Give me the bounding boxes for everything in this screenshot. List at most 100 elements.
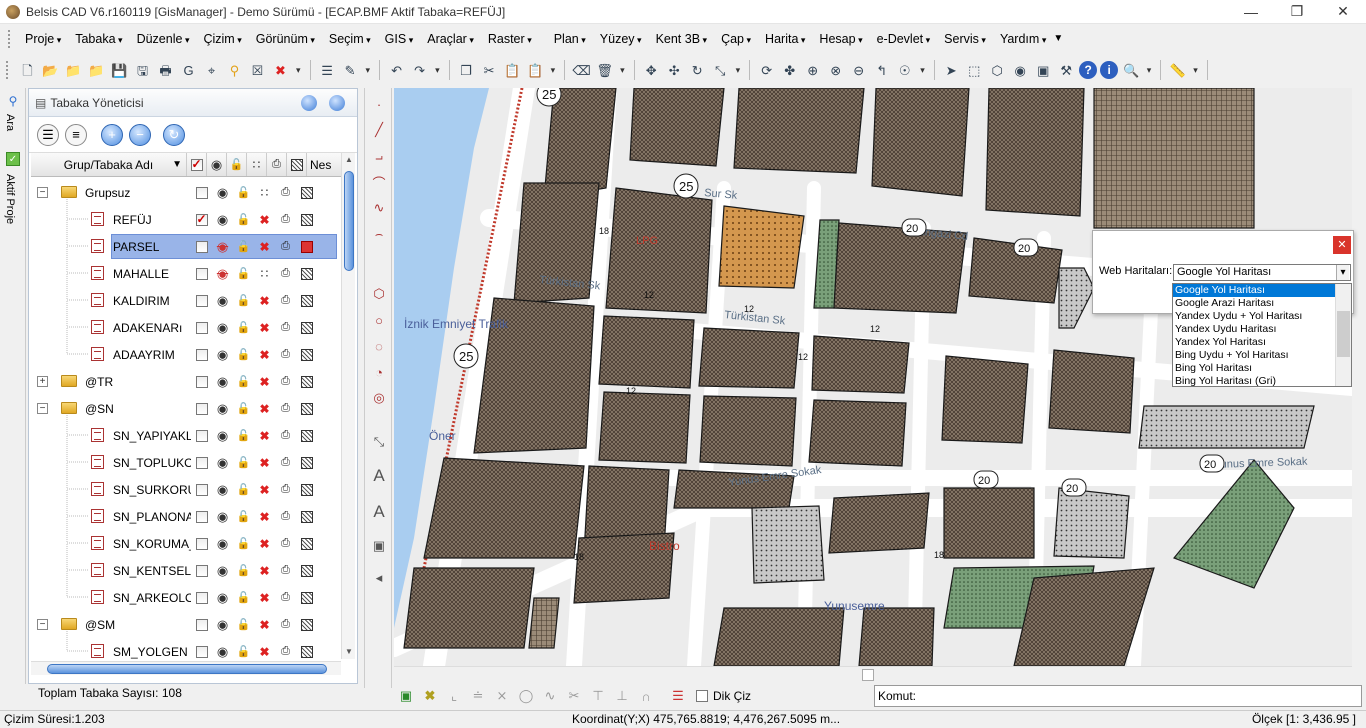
collapse-icon[interactable]: − [37, 619, 48, 630]
visibility-eye-icon[interactable]: ◉ [217, 536, 228, 552]
refresh-icon[interactable]: ⟳ [757, 60, 777, 80]
toolbar-grip[interactable] [6, 61, 10, 79]
circle-icon[interactable]: ○ [369, 310, 389, 330]
zoom-out-icon[interactable]: ⊖ [849, 60, 869, 80]
city-block[interactable] [1053, 487, 1130, 559]
layer-row[interactable]: REFÜJ ◉ 🔓 ✖ ⎙ [31, 206, 341, 233]
column-fill-icon[interactable] [287, 153, 307, 176]
city-block[interactable] [858, 607, 935, 666]
tree-view-icon[interactable]: ☰ [37, 123, 59, 146]
active-checkbox[interactable] [195, 510, 208, 523]
layer-cell[interactable] [191, 206, 212, 233]
lock-icon[interactable]: 🔓 [237, 321, 251, 334]
menu-tabaka[interactable]: Tabaka [68, 32, 129, 46]
active-checkbox[interactable] [195, 321, 208, 334]
select-icon[interactable]: ➤ [941, 60, 961, 80]
layer-cell[interactable]: 🔓 [233, 206, 254, 233]
city-block[interactable] [713, 607, 845, 666]
menu-overflow-icon[interactable]: ▼ [1053, 33, 1063, 44]
menu-düzenle[interactable]: Düzenle [130, 32, 197, 46]
layer-cell[interactable]: ◉ [212, 233, 233, 260]
layer-cell[interactable]: ✖ [254, 314, 275, 341]
fill-pattern-icon[interactable] [300, 510, 313, 523]
add-layer-button[interactable]: + [101, 123, 123, 146]
layer-cell[interactable]: ✖ [254, 287, 275, 314]
snap-icon[interactable]: ✖ [259, 213, 269, 227]
open-folder-icon[interactable]: 📂 [41, 60, 61, 80]
tree-expand-icon[interactable]: ≡ [65, 123, 87, 146]
layer-cell[interactable]: ◉ [212, 422, 233, 449]
layer-cell[interactable]: ◉ [212, 584, 233, 611]
layer-row[interactable]: PARSEL ◉ 🔓 ✖ ⎙ [31, 233, 341, 260]
layer-cell[interactable] [191, 287, 212, 314]
layer-cell[interactable] [191, 638, 212, 659]
web-maps-option[interactable]: Google Arazi Haritası [1173, 297, 1337, 310]
layer-cell[interactable]: 🔓 [233, 476, 254, 503]
measure-icon[interactable]: ⤡ [369, 432, 389, 452]
active-checkbox[interactable] [195, 267, 208, 280]
move-icon[interactable]: ✥ [641, 60, 661, 80]
toolbar-dropdown-icon[interactable]: ▾ [620, 65, 625, 76]
layer-cell[interactable] [191, 368, 212, 395]
layer-cell[interactable]: ✖ [254, 638, 275, 659]
polyline-icon[interactable]: ⨼ [369, 146, 389, 166]
point-icon[interactable]: · [369, 94, 389, 114]
layer-cell[interactable] [191, 179, 212, 206]
active-checkbox[interactable] [195, 483, 208, 496]
visibility-eye-icon[interactable]: ◉ [217, 266, 228, 282]
layer-row[interactable]: ADAKENARı ◉ 🔓 ✖ ⎙ [31, 314, 341, 341]
layer-cell[interactable] [191, 476, 212, 503]
visibility-eye-icon[interactable]: ◉ [217, 509, 228, 525]
fill-pattern-icon[interactable] [300, 564, 313, 577]
layer-cell[interactable] [191, 584, 212, 611]
layer-cell[interactable] [296, 233, 317, 260]
layer-cell[interactable]: 🔓 [233, 530, 254, 557]
print-icon[interactable]: 🖶 [156, 60, 176, 80]
menu-hesap[interactable]: Hesap [812, 32, 869, 46]
active-checkbox[interactable] [195, 294, 208, 307]
layer-cell[interactable] [191, 557, 212, 584]
toolbar-dropdown-icon[interactable]: ▾ [435, 65, 440, 76]
layer-cell[interactable]: ⎙ [275, 287, 296, 314]
active-checkbox[interactable] [195, 402, 208, 415]
layer-cell[interactable]: 🔓 [233, 422, 254, 449]
layer-cell[interactable]: ⎙ [275, 638, 296, 659]
paste-icon[interactable]: 📋 [502, 60, 522, 80]
snap-icon[interactable]: ✖ [259, 537, 269, 551]
lock-icon[interactable]: 🔓 [237, 456, 251, 469]
layer-cell[interactable]: ◉ [212, 638, 233, 659]
layer-cell[interactable] [191, 530, 212, 557]
layer-cell[interactable]: ⎙ [275, 584, 296, 611]
layer-cell[interactable]: ✖ [254, 395, 275, 422]
menu-yardım[interactable]: Yardım [993, 32, 1053, 46]
layer-cell[interactable]: ⎙ [275, 449, 296, 476]
layer-cell[interactable] [296, 341, 317, 368]
fill-pattern-icon[interactable] [300, 294, 313, 307]
open-icon[interactable]: 📁 [64, 60, 84, 80]
lock-icon[interactable]: 🔓 [237, 618, 251, 631]
lock-icon[interactable]: 🔓 [237, 402, 251, 415]
toolbar-dropdown-icon[interactable]: ▾ [551, 65, 556, 76]
layer-cell[interactable]: ⎙ [275, 179, 296, 206]
bridge-icon[interactable]: ∩ [636, 686, 656, 706]
layer-cell[interactable]: ⎙ [275, 530, 296, 557]
layer-cell[interactable] [296, 422, 317, 449]
layer-cell[interactable] [296, 557, 317, 584]
hexagon-icon[interactable]: ⬡ [369, 284, 389, 304]
print-toggle-icon[interactable]: ⎙ [281, 537, 290, 550]
snap-icon[interactable]: ✖ [259, 510, 269, 524]
layer-cell[interactable] [296, 449, 317, 476]
map-icon[interactable]: ☒ [248, 60, 268, 80]
layer-row[interactable]: KALDIRIM ◉ 🔓 ✖ ⎙ [31, 287, 341, 314]
toolbar-dropdown-icon[interactable]: ▾ [736, 65, 741, 76]
city-block[interactable] [1138, 405, 1315, 449]
visibility-eye-icon[interactable]: ◉ [217, 347, 228, 363]
layer-cell[interactable] [296, 395, 317, 422]
toolbar-dropdown-icon[interactable]: ▾ [366, 65, 371, 76]
snap-icon[interactable]: ✖ [259, 240, 269, 254]
layer-cell[interactable]: ◉ [212, 530, 233, 557]
lock-icon[interactable]: 🔓 [237, 348, 251, 361]
layer-cell[interactable]: ⎙ [275, 557, 296, 584]
visibility-eye-icon[interactable]: ◉ [217, 563, 228, 579]
city-block[interactable] [629, 88, 725, 167]
